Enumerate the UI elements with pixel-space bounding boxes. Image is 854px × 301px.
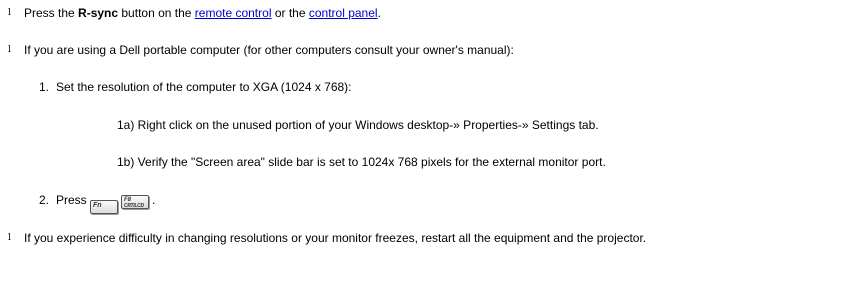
instruction-rsync: Press the R-sync button on the remote co… (24, 6, 381, 20)
instruction-text: button on the (118, 6, 195, 20)
instruction-text: Press (56, 193, 91, 207)
step-number: 2. (39, 193, 50, 207)
step-number: 1. (39, 80, 50, 94)
crt-lcd-key-label: CRT/LCD (124, 203, 144, 209)
fn-key-icon: Fn (90, 200, 119, 214)
instruction-text: Press the (24, 6, 79, 20)
f8-crt-lcd-key-icon: F8 CRT/LCD (121, 195, 150, 209)
instruction-text: . (377, 6, 381, 20)
bullet-marker: l (8, 45, 11, 55)
step-set-resolution: Set the resolution of the computer to XG… (56, 80, 352, 94)
step-press-keys: Press Fn F8 CRT/LCD. (56, 193, 155, 214)
fn-key-label: Fn (93, 202, 102, 209)
bullet-marker: l (8, 8, 11, 18)
instruction-text: . (152, 193, 156, 207)
instruction-dell-portable: If you are using a Dell portable compute… (24, 43, 514, 57)
substep-verify-screen-area: 1b) Verify the "Screen area" slide bar i… (117, 155, 606, 169)
remote-control-link[interactable]: remote control (195, 6, 272, 20)
rsync-button-label: R-sync (78, 6, 119, 20)
instruction-text: or the (271, 6, 309, 20)
instruction-restart-equipment: If you experience difficulty in changing… (24, 231, 647, 245)
control-panel-link[interactable]: control panel (309, 6, 378, 20)
substep-right-click: 1a) Right click on the unused portion of… (117, 118, 599, 132)
bullet-marker: l (8, 233, 11, 243)
